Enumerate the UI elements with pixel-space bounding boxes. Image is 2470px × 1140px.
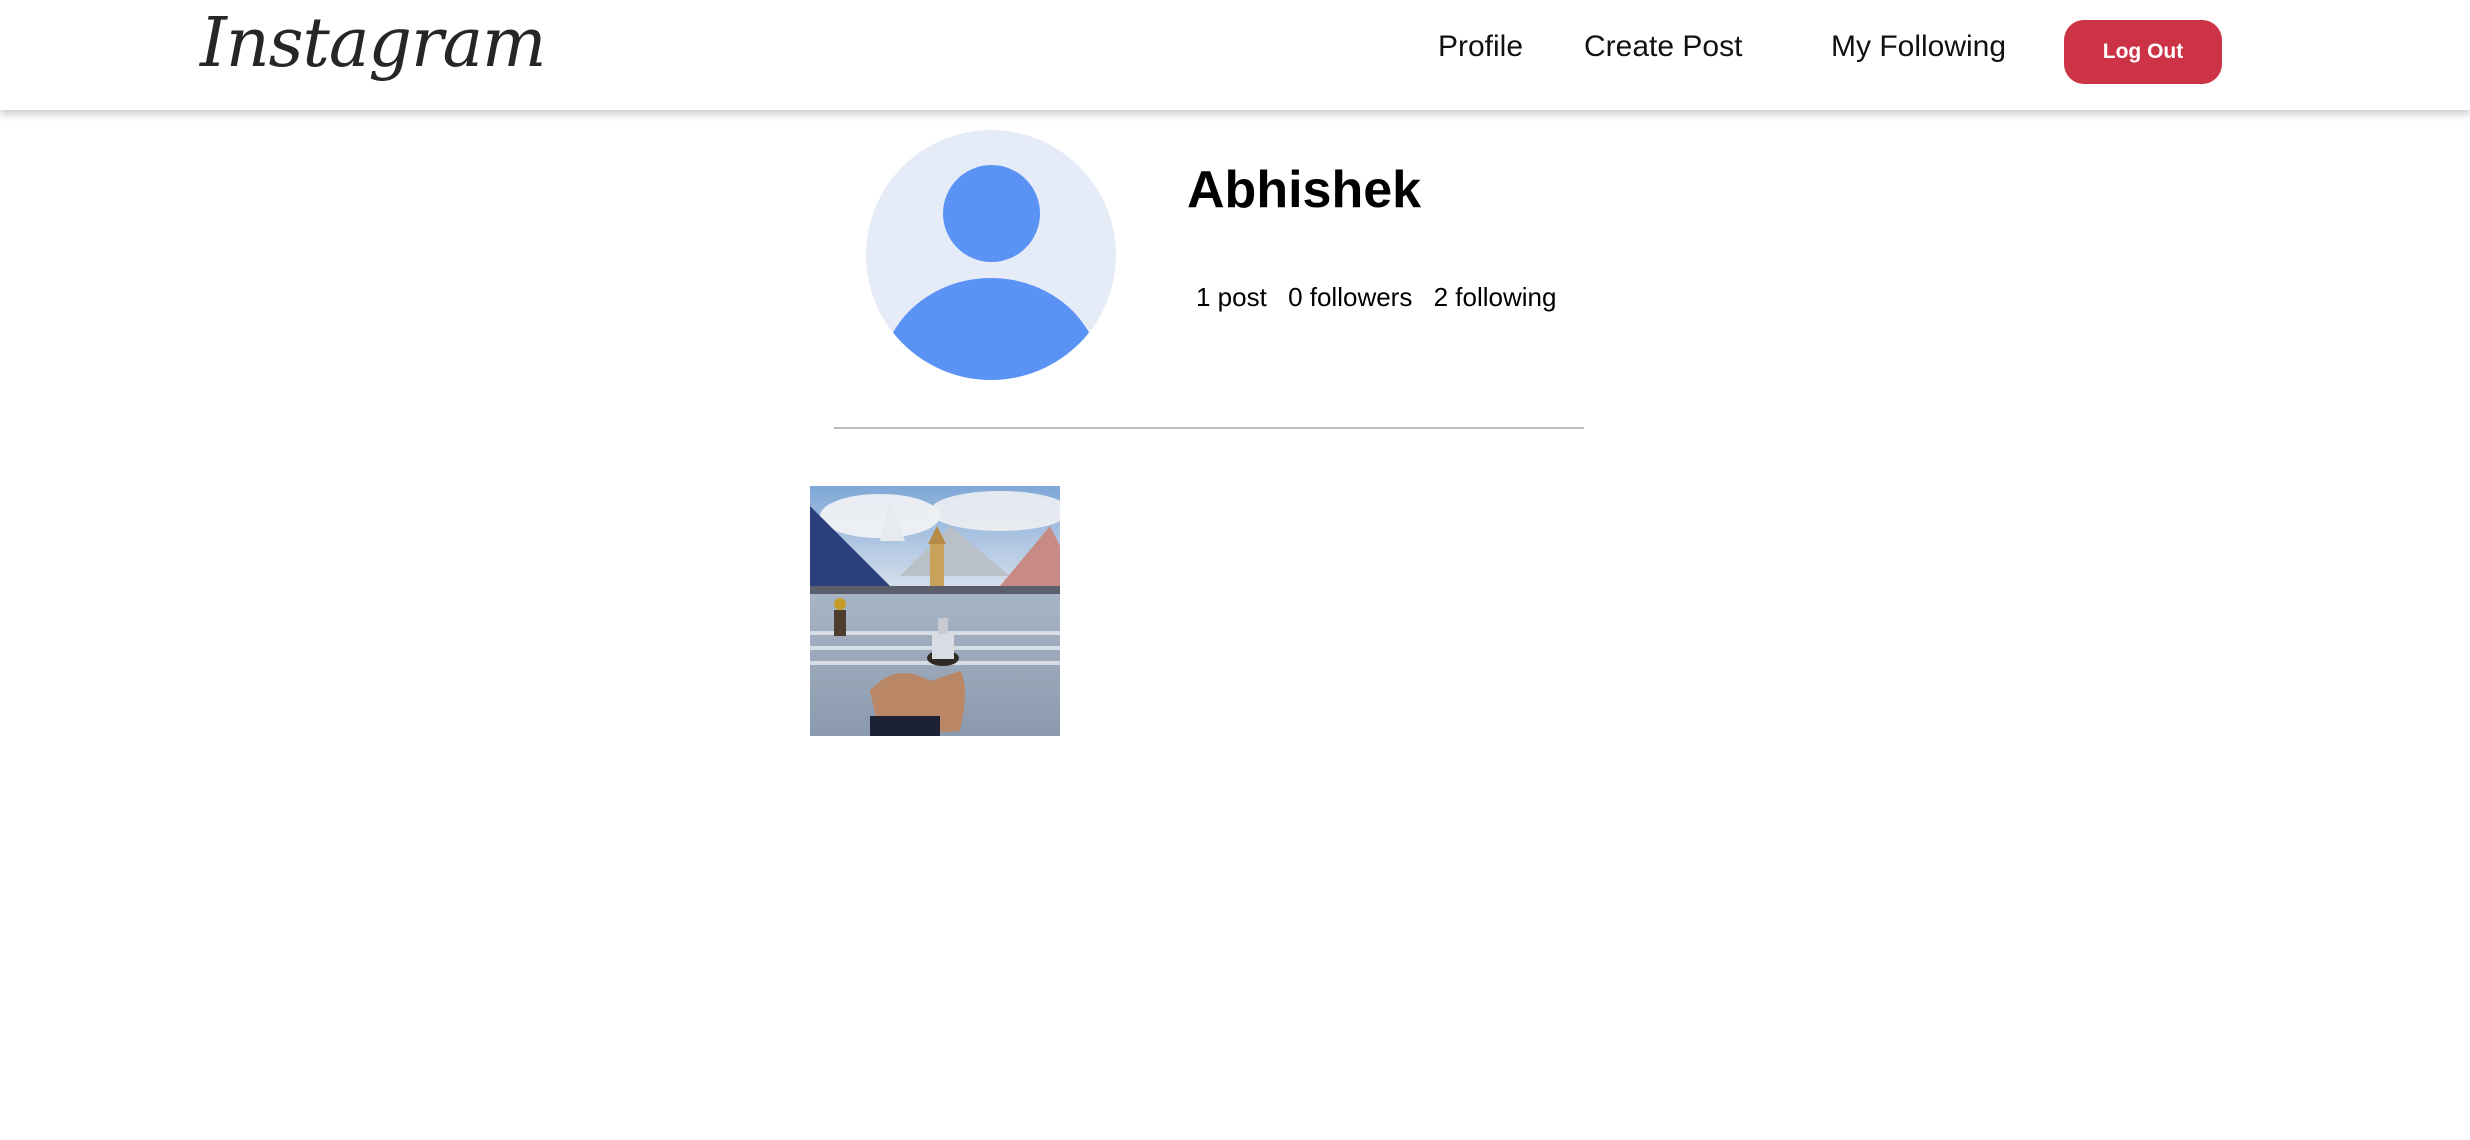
nav-create-post-link[interactable]: Create Post bbox=[1584, 30, 1742, 64]
profile-username: Abhishek bbox=[1187, 161, 1422, 219]
avatar-head bbox=[943, 165, 1040, 262]
post-thumbnail[interactable] bbox=[810, 486, 1060, 736]
nav-profile-link[interactable]: Profile bbox=[1438, 30, 1523, 64]
profile-divider bbox=[834, 427, 1584, 429]
logout-button[interactable]: Log Out bbox=[2064, 20, 2222, 84]
profile-stats: 1 post 0 followers 2 following bbox=[1196, 282, 1570, 313]
post-photo bbox=[810, 486, 1060, 736]
instagram-logo[interactable]: Instagram bbox=[200, 4, 546, 83]
followers-count: 0 followers bbox=[1288, 282, 1413, 312]
avatar-body bbox=[881, 278, 1101, 380]
nav-my-following-link[interactable]: My Following bbox=[1831, 30, 2006, 64]
profile-avatar-icon bbox=[866, 130, 1116, 380]
posts-count: 1 post bbox=[1196, 282, 1267, 312]
navbar: Instagram Profile Create Post My Followi… bbox=[0, 0, 2470, 110]
following-count: 2 following bbox=[1433, 282, 1557, 312]
